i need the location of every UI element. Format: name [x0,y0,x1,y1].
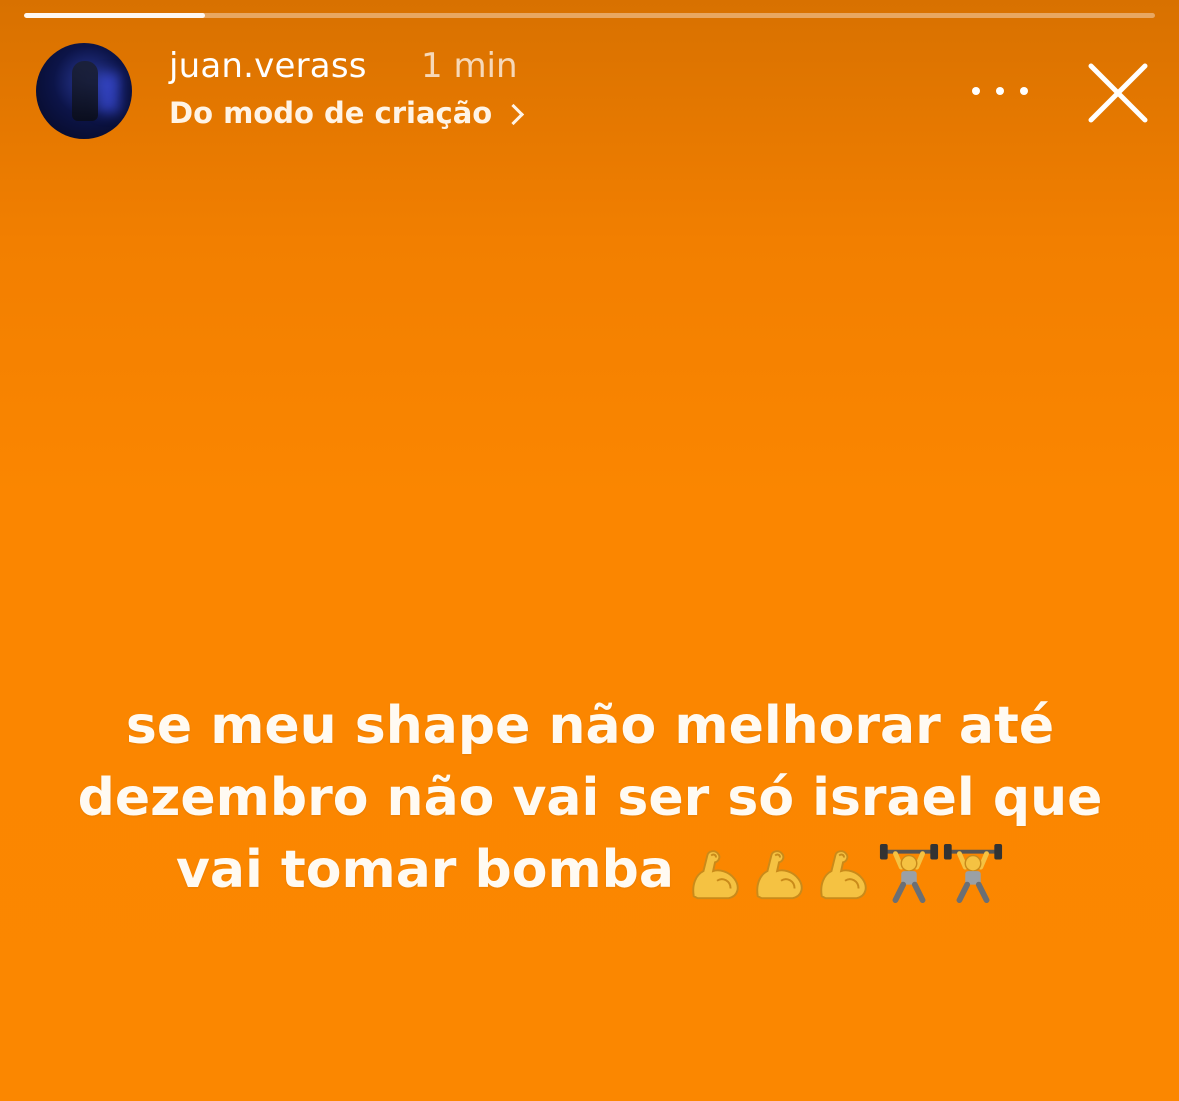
post-time: 1 min [421,46,518,86]
create-mode-link[interactable]: Do modo de criação [169,96,525,130]
more-dot-icon [972,87,980,95]
weightlifter-icon [879,843,939,904]
username[interactable]: juan.verass [169,46,367,86]
caption-line-2: dezembro não vai ser só israel que [77,768,1103,828]
emoji-row [686,842,1004,904]
avatar-light [98,73,120,113]
story-progress-bar [24,13,1155,18]
caption-line-3-wrap: vai tomar bomba [60,834,1120,906]
story-caption: se meu shape não melhorar até dezembro n… [60,690,1120,906]
close-button[interactable] [1085,60,1151,126]
caption-line-3: vai tomar bomba [176,840,674,900]
more-dot-icon [996,87,1004,95]
flexed-biceps-icon [756,850,803,900]
caption-line-1: se meu shape não melhorar até [125,696,1055,756]
weightlifter-icon [943,843,1003,904]
avatar-figure [72,61,98,121]
story-viewer[interactable]: juan.verass 1 min Do modo de criação se … [0,0,1179,1101]
more-options-button[interactable] [972,76,1028,106]
close-icon [1088,63,1148,123]
more-dot-icon [1020,87,1028,95]
create-mode-label: Do modo de criação [169,96,493,130]
avatar[interactable] [36,43,132,139]
flexed-biceps-icon [692,850,739,900]
story-progress-fill [24,13,205,18]
chevron-right-icon [503,103,525,125]
flexed-biceps-icon [820,850,867,900]
